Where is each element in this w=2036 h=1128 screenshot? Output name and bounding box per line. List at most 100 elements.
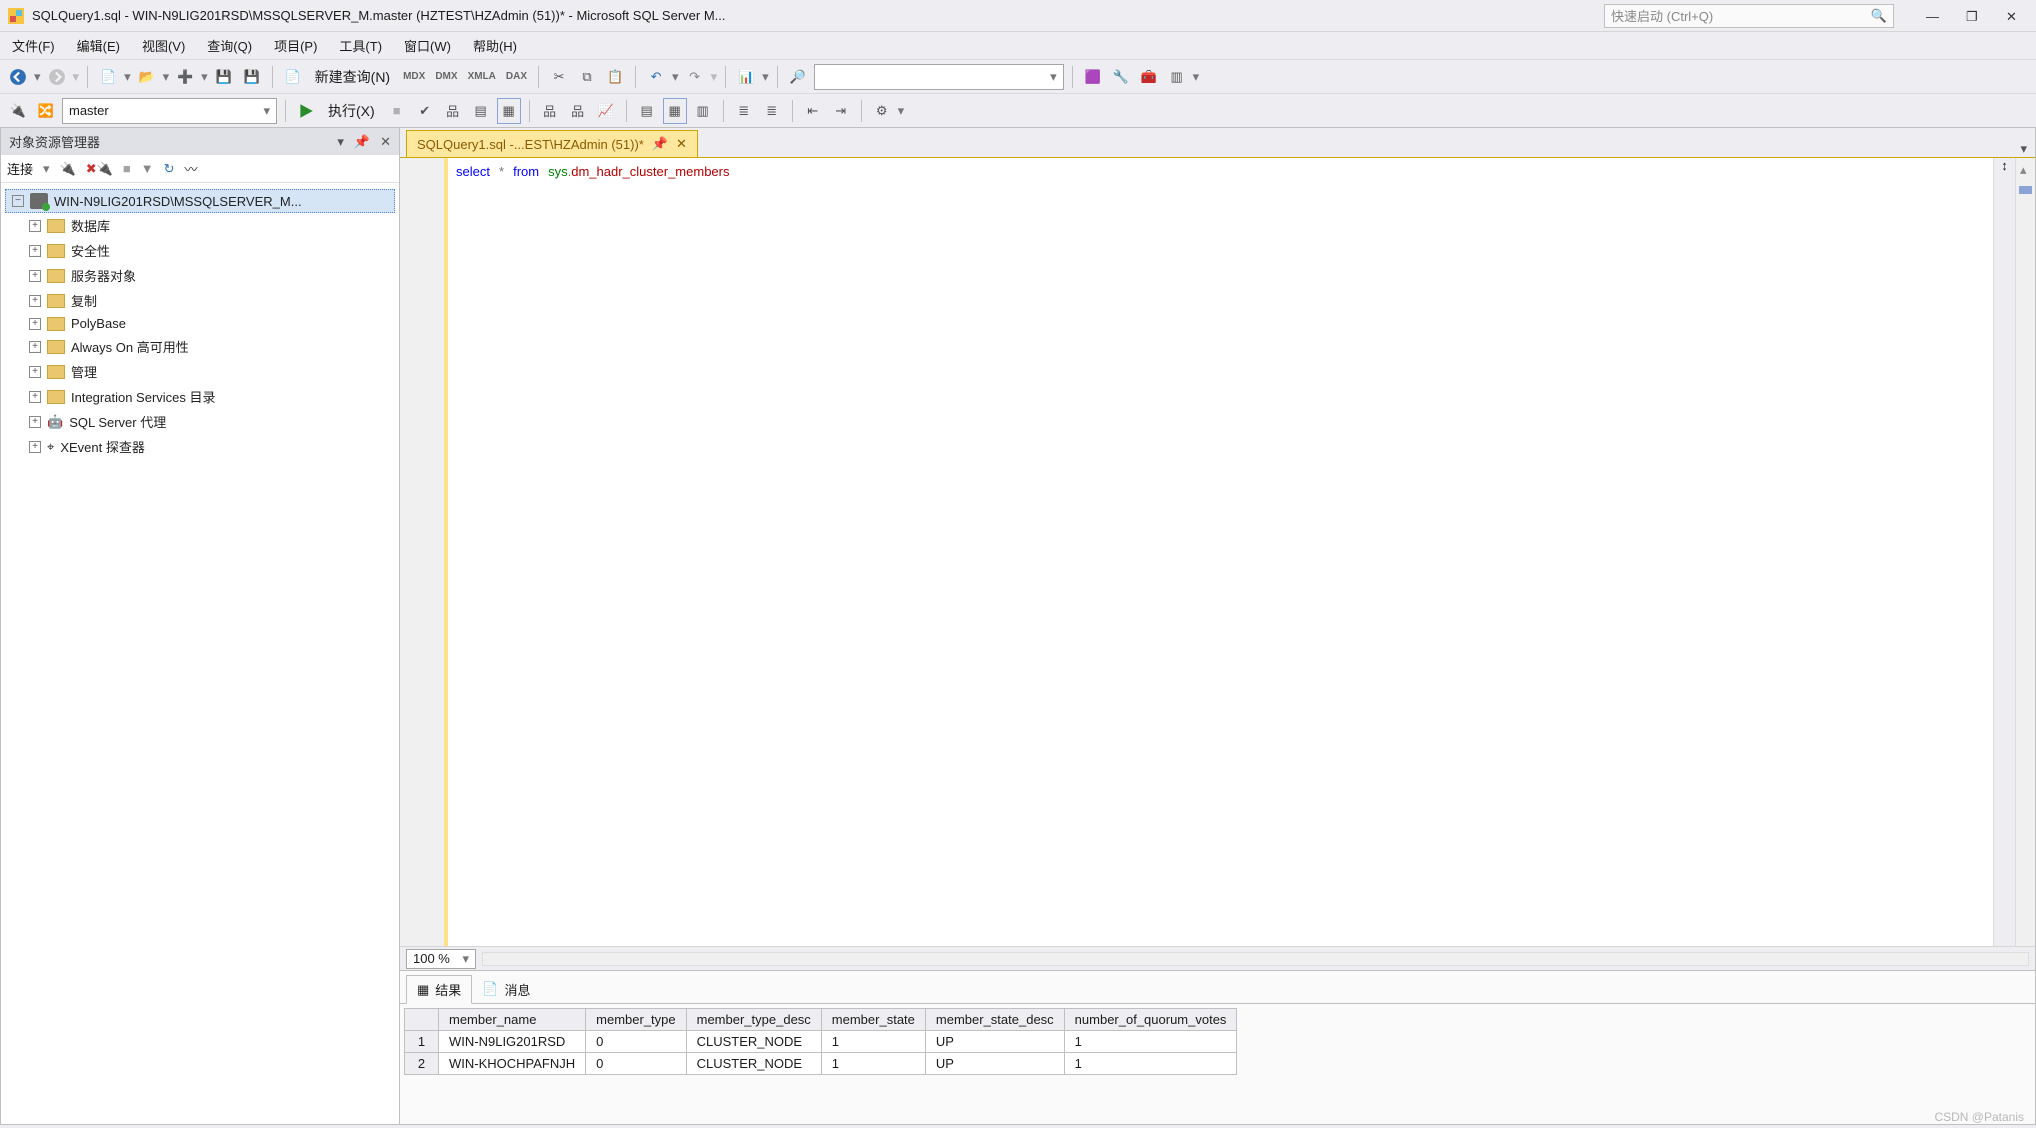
dropdown-icon[interactable]: ▾ (337, 134, 344, 150)
find-combo[interactable]: ▾ (814, 64, 1064, 90)
toolbox-icon[interactable]: 🧰 (1137, 64, 1161, 90)
ext1-icon[interactable]: 🟪 (1081, 64, 1105, 90)
menu-tools[interactable]: 工具(T) (339, 36, 382, 55)
pin-icon[interactable]: 📌 (354, 134, 370, 150)
execute-button[interactable]: 执行(X) (322, 101, 381, 121)
menu-view[interactable]: 视图(V) (142, 36, 185, 55)
col-member_type[interactable]: member_type (586, 1009, 686, 1031)
copy-icon[interactable]: ⧉ (575, 64, 599, 90)
client-stats-icon[interactable]: 📈 (594, 98, 618, 124)
menu-edit[interactable]: 编辑(E) (77, 36, 120, 55)
paste-icon[interactable]: 📋 (603, 64, 627, 90)
activity-monitor-icon[interactable]: 📊 (734, 64, 758, 90)
col-member_state_desc[interactable]: member_state_desc (925, 1009, 1064, 1031)
tree-node-management[interactable]: +管理 (5, 359, 395, 384)
connect-icon[interactable]: 🔌 (6, 98, 30, 124)
new-project-icon[interactable]: 📄 (96, 64, 120, 90)
open-file-icon[interactable]: 📂 (135, 64, 159, 90)
table-row[interactable]: 1 WIN-N9LIG201RSD 0 CLUSTER_NODE 1 UP 1 (405, 1031, 1237, 1053)
close-tab-icon[interactable]: ✕ (676, 136, 687, 152)
expand-icon[interactable]: + (29, 295, 41, 307)
tree-node-replication[interactable]: +复制 (5, 288, 395, 313)
wrench-icon[interactable]: 🔧 (1109, 64, 1133, 90)
tree-node-ssis[interactable]: +Integration Services 目录 (5, 384, 395, 409)
tree-node-xevent[interactable]: +⌖XEvent 探查器 (5, 434, 395, 459)
results-grid[interactable]: member_name member_type member_type_desc… (400, 1004, 2035, 1124)
close-button[interactable]: ✕ (2006, 9, 2020, 23)
split-icon[interactable]: ↕ (1993, 158, 2015, 946)
menu-query[interactable]: 查询(Q) (207, 36, 252, 55)
save-all-icon[interactable]: 💾 (240, 64, 264, 90)
zoom-combo[interactable]: 100 %▾ (406, 949, 476, 969)
sql-code[interactable]: select * from sys.dm_hadr_cluster_member… (448, 158, 737, 946)
actual-plan-icon[interactable]: 品 (538, 98, 562, 124)
find-icon[interactable]: 🔎 (786, 64, 810, 90)
database-combo[interactable]: master ▾ (62, 98, 277, 124)
table-row[interactable]: 2 WIN-KHOCHPAFNJH 0 CLUSTER_NODE 1 UP 1 (405, 1053, 1237, 1075)
mdx-icon[interactable]: MDX (400, 64, 428, 90)
filter-icon[interactable]: ▼ (141, 161, 154, 176)
results-tab[interactable]: ▦结果 (406, 975, 472, 1004)
save-icon[interactable]: 💾 (212, 64, 236, 90)
results-text-icon[interactable]: ▤ (635, 98, 659, 124)
uncomment-icon[interactable]: ≣ (760, 98, 784, 124)
maximize-button[interactable]: ❐ (1966, 9, 1980, 23)
pin-tab-icon[interactable]: 📌 (652, 136, 668, 152)
outdent-icon[interactable]: ⇥ (829, 98, 853, 124)
expand-icon[interactable]: + (29, 416, 41, 428)
close-panel-icon[interactable]: ✕ (380, 134, 391, 150)
expand-icon[interactable]: + (29, 366, 41, 378)
add-item-icon[interactable]: ➕ (173, 64, 197, 90)
redo-icon[interactable]: ↷ (683, 64, 707, 90)
sql-editor[interactable]: select * from sys.dm_hadr_cluster_member… (400, 158, 2035, 946)
connect-label[interactable]: 连接 (7, 159, 33, 178)
execute-icon[interactable] (294, 98, 318, 124)
tabstrip-dropdown-icon[interactable]: ▾ (2020, 141, 2027, 157)
results-grid-icon[interactable]: ▦ (663, 98, 687, 124)
dmx-icon[interactable]: DMX (432, 64, 460, 90)
cut-icon[interactable]: ✂ (547, 64, 571, 90)
undo-icon[interactable]: ↶ (644, 64, 668, 90)
tree-node-databases[interactable]: +数据库 (5, 213, 395, 238)
parse-icon[interactable]: ✔ (413, 98, 437, 124)
col-member_state[interactable]: member_state (821, 1009, 925, 1031)
expand-icon[interactable]: + (29, 441, 41, 453)
tree-node-security[interactable]: +安全性 (5, 238, 395, 263)
refresh-icon[interactable]: ↻ (164, 161, 175, 177)
collapse-icon[interactable]: − (12, 195, 24, 207)
menu-project[interactable]: 项目(P) (274, 36, 317, 55)
expand-icon[interactable]: + (29, 270, 41, 282)
col-number_of_quorum_votes[interactable]: number_of_quorum_votes (1064, 1009, 1237, 1031)
vertical-scrollbar[interactable]: ▴ (2015, 158, 2035, 946)
scroll-up-icon[interactable]: ▴ (2020, 162, 2027, 178)
horizontal-scrollbar[interactable] (482, 952, 2029, 966)
expand-icon[interactable]: + (29, 341, 41, 353)
menu-help[interactable]: 帮助(H) (473, 36, 517, 55)
tree-node-polybase[interactable]: +PolyBase (5, 313, 395, 334)
comment-icon[interactable]: ≣ (732, 98, 756, 124)
tree-server-node[interactable]: − WIN-N9LIG201RSD\MSSQLSERVER_M... (5, 189, 395, 213)
connect-server-icon[interactable]: 🔌 (60, 161, 76, 177)
xmla-icon[interactable]: XMLA (465, 64, 499, 90)
live-stats-icon[interactable]: 品 (566, 98, 590, 124)
messages-tab[interactable]: 📄消息 (472, 975, 540, 1003)
expand-icon[interactable]: + (29, 220, 41, 232)
disconnect-icon[interactable]: ✖🔌 (86, 161, 113, 177)
editor-tab[interactable]: SQLQuery1.sql -...EST\HZAdmin (51))* 📌 ✕ (406, 130, 698, 157)
expand-icon[interactable]: + (29, 391, 41, 403)
newquery-button[interactable]: 新建查询(N) (309, 67, 396, 87)
query-options-icon[interactable]: ▤ (469, 98, 493, 124)
nav-back-button[interactable] (6, 64, 30, 90)
dax-icon[interactable]: DAX (503, 64, 530, 90)
newquery-icon[interactable]: 📄 (281, 64, 305, 90)
menu-file[interactable]: 文件(F) (12, 36, 55, 55)
change-connection-icon[interactable]: 🔀 (34, 98, 58, 124)
col-member_type_desc[interactable]: member_type_desc (686, 1009, 821, 1031)
estimated-plan-icon[interactable]: 品 (441, 98, 465, 124)
tree-node-agent[interactable]: +🤖SQL Server 代理 (5, 409, 395, 434)
quick-launch-input[interactable]: 快速启动 (Ctrl+Q) 🔍 (1604, 4, 1894, 28)
intellisense-icon[interactable]: ▦ (497, 98, 521, 124)
indent-icon[interactable]: ⇤ (801, 98, 825, 124)
layout-icon[interactable]: ▥ (1165, 64, 1189, 90)
minimize-button[interactable]: — (1926, 9, 1940, 23)
